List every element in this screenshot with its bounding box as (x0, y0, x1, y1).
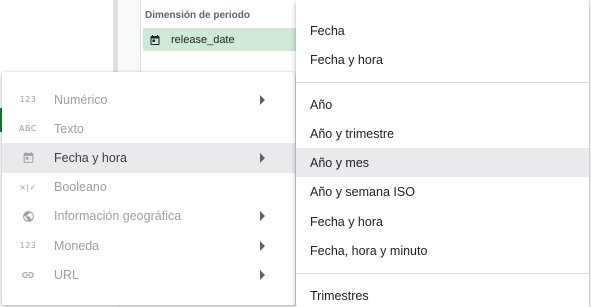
menu-item-date-time[interactable]: Fecha y hora (2, 143, 295, 173)
menu-item-label: Texto (54, 121, 84, 136)
submenu-item-year-iso-week[interactable]: Año y semana ISO (296, 177, 589, 206)
chip-label: release_date (171, 33, 235, 46)
chevron-right-icon (260, 240, 265, 251)
chevron-right-icon (260, 269, 265, 280)
submenu-item-date[interactable]: Fecha (296, 16, 589, 45)
menu-item-geo[interactable]: Información geográfica (2, 202, 295, 231)
release-date-chip[interactable]: release_date (143, 28, 303, 51)
chevron-right-icon (260, 211, 265, 222)
menu-item-boolean[interactable]: ×|✓ Booleano (2, 173, 295, 202)
menu-item-label: URL (54, 267, 80, 282)
calendar-icon (143, 28, 166, 51)
menu-item-url[interactable]: URL (2, 260, 295, 289)
menu-item-label: Fecha y hora (54, 150, 127, 165)
menu-item-label: Información geográfica (54, 209, 182, 224)
boolean-icon: ×|✓ (19, 182, 37, 192)
globe-icon (2, 206, 54, 226)
submenu-divider (296, 82, 589, 83)
submenu-item-year-quarter[interactable]: Año y trimestre (296, 119, 589, 148)
menu-item-label: Numérico (54, 92, 108, 107)
menu-item-label: Moneda (54, 238, 100, 253)
menu-item-currency[interactable]: 123 Moneda (2, 231, 295, 260)
submenu-item-quarters[interactable]: Trimestres (296, 281, 589, 307)
menu-item-label: Booleano (54, 180, 107, 195)
menu-item-numeric[interactable]: 123 Numérico (2, 85, 295, 114)
calendar-icon (2, 148, 54, 168)
field-type-menu: 123 Numérico ABC Texto Fecha y hora ×|✓ … (2, 72, 295, 305)
submenu-item-date-time[interactable]: Fecha y hora (296, 45, 589, 74)
submenu-item-year[interactable]: Año (296, 90, 589, 119)
date-time-submenu: Fecha Fecha y hora Año Año y trimestre A… (296, 0, 589, 307)
link-icon (2, 265, 54, 285)
submenu-item-date-hour-minute[interactable]: Fecha, hora y minuto (296, 236, 589, 265)
submenu-divider (296, 273, 589, 274)
text-icon: ABC (19, 124, 37, 134)
date-range-dimension-label: Dimensión de periodo (145, 10, 251, 21)
currency-icon: 123 (19, 241, 37, 251)
chevron-right-icon (260, 152, 265, 163)
menu-item-text[interactable]: ABC Texto (2, 114, 295, 143)
chevron-right-icon (260, 94, 265, 105)
submenu-item-year-month[interactable]: Año y mes (296, 148, 589, 177)
submenu-item-date-hour[interactable]: Fecha y hora (296, 207, 589, 236)
numeric-icon: 123 (19, 95, 37, 105)
